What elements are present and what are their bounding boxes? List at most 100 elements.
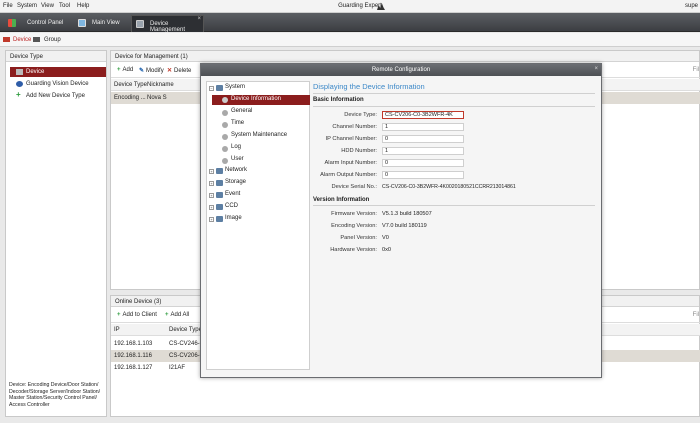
add-all-button[interactable]: + Add All bbox=[165, 312, 189, 318]
device-type-device-label: Device bbox=[26, 69, 45, 75]
node-icon bbox=[222, 122, 228, 128]
tree-network[interactable]: Network bbox=[225, 167, 247, 177]
device-type-header: Device Type bbox=[6, 51, 106, 62]
add-new-device-type[interactable]: + Add New Device Type bbox=[10, 90, 106, 101]
tab-main-view[interactable]: Main View bbox=[76, 15, 126, 32]
dialog-title: Remote Configuration bbox=[201, 64, 601, 76]
column-ip[interactable]: IP bbox=[114, 327, 120, 333]
tree-general[interactable]: General bbox=[231, 108, 252, 118]
cloud-device-icon bbox=[16, 81, 23, 87]
add-label: Add bbox=[122, 67, 134, 73]
system-icon bbox=[216, 85, 223, 91]
divider bbox=[313, 93, 595, 94]
online-filter-input[interactable]: Fil bbox=[693, 312, 699, 318]
tree-time[interactable]: Time bbox=[231, 120, 244, 130]
alarm-input-label: Alarm Input Number: bbox=[324, 160, 377, 166]
alarm-output-field[interactable]: 0 bbox=[382, 171, 464, 179]
filter-input[interactable]: Fil bbox=[693, 67, 699, 73]
hdd-number-label: HDD Number: bbox=[341, 148, 377, 154]
device-icon bbox=[3, 37, 10, 42]
menu-bar: File System View Tool Help Guarding Expe… bbox=[0, 0, 700, 13]
ip-channel-number-label: IP Channel Number: bbox=[325, 136, 377, 142]
row-ip: 192.168.1.116 bbox=[114, 353, 152, 359]
tab-device[interactable]: Device bbox=[13, 37, 31, 43]
close-icon[interactable]: × bbox=[197, 16, 201, 22]
row-device-type: Encoding ... bbox=[114, 95, 146, 101]
collapse-icon[interactable]: − bbox=[209, 86, 214, 91]
tree-image[interactable]: Image bbox=[225, 215, 242, 225]
column-nickname[interactable]: Nickname bbox=[147, 82, 174, 88]
node-icon bbox=[222, 158, 228, 164]
tree-system-maintenance[interactable]: System Maintenance bbox=[231, 132, 287, 142]
device-type-guarding-vision[interactable]: Guarding Vision Device bbox=[10, 79, 106, 89]
device-type-guarding-vision-label: Guarding Vision Device bbox=[26, 81, 89, 87]
page-title: Displaying the Device Information bbox=[313, 82, 425, 91]
tab-control-panel-label: Control Panel bbox=[27, 20, 64, 26]
delete-label: Delete bbox=[174, 68, 192, 74]
add-button[interactable]: + Add bbox=[117, 67, 133, 73]
column-device-type[interactable]: Device Type bbox=[114, 82, 147, 88]
main-view-icon bbox=[78, 19, 86, 27]
device-type-device[interactable]: Device bbox=[10, 67, 106, 77]
column-online-device-type[interactable]: Device Type bbox=[169, 327, 202, 333]
control-panel-icon bbox=[8, 19, 16, 27]
tree-device-information-label: Device Information bbox=[231, 96, 282, 102]
tree-system[interactable]: System bbox=[225, 84, 245, 94]
plus-icon: + bbox=[16, 90, 21, 99]
expand-icon[interactable]: + bbox=[209, 181, 214, 186]
module-tab-bar: Control Panel Main View Device Managemen… bbox=[0, 13, 700, 33]
group-icon bbox=[33, 37, 40, 42]
tab-device-management[interactable]: Device Management × bbox=[131, 15, 204, 33]
tree-event[interactable]: Event bbox=[225, 191, 240, 201]
add-to-client-button[interactable]: + Add to Client bbox=[117, 312, 157, 318]
device-icon bbox=[16, 69, 23, 75]
modify-button[interactable]: ✎ Modify bbox=[139, 67, 164, 74]
panel-version-value: V0 bbox=[382, 235, 389, 241]
device-type-field[interactable]: CS-CV206-C0-3B2WFR-4K bbox=[382, 111, 464, 119]
plus-icon: + bbox=[117, 312, 121, 318]
remote-configuration-dialog: Remote Configuration × − System Device I… bbox=[200, 63, 602, 378]
channel-number-field[interactable]: 1 bbox=[382, 123, 464, 131]
tab-main-view-label: Main View bbox=[92, 20, 120, 26]
tree-log[interactable]: Log bbox=[231, 144, 241, 154]
tree-ccd[interactable]: CCD bbox=[225, 203, 238, 213]
serial-number-label: Device Serial No.: bbox=[331, 184, 377, 190]
tree-user[interactable]: User bbox=[231, 156, 244, 166]
app-title: Guarding Expert bbox=[338, 3, 382, 9]
plus-icon: + bbox=[165, 312, 169, 318]
node-icon bbox=[222, 97, 228, 103]
config-tree: − System Device Information General Time… bbox=[206, 81, 310, 370]
add-new-device-type-label: Add New Device Type bbox=[26, 93, 85, 99]
user-label[interactable]: supe bbox=[685, 3, 698, 9]
node-icon bbox=[222, 146, 228, 152]
image-icon bbox=[216, 216, 223, 222]
alarm-input-field[interactable]: 0 bbox=[382, 159, 464, 167]
delete-button[interactable]: ✕ Delete bbox=[167, 67, 191, 74]
expand-icon[interactable]: + bbox=[209, 169, 214, 174]
panel-version-label: Panel Version: bbox=[340, 235, 377, 241]
expand-icon[interactable]: + bbox=[209, 193, 214, 198]
device-type-panel: Device Type Device Guarding Vision Devic… bbox=[5, 50, 107, 417]
close-icon[interactable]: × bbox=[594, 66, 598, 72]
delete-icon: ✕ bbox=[167, 68, 173, 74]
encoding-version-label: Encoding Version: bbox=[331, 223, 377, 229]
event-icon bbox=[216, 192, 223, 198]
node-icon bbox=[222, 110, 228, 116]
tab-group[interactable]: Group bbox=[44, 37, 61, 43]
row-device-type: I21AF bbox=[169, 365, 186, 371]
serial-number-value: CS-CV206-C0-3B2WFR-4K0020180521CCRR21301… bbox=[382, 184, 516, 190]
encoding-version-value: V7.0 build 180119 bbox=[382, 223, 427, 229]
row-ip: 192.168.1.127 bbox=[114, 365, 153, 371]
tree-device-information[interactable]: Device Information bbox=[212, 95, 310, 105]
tab-control-panel[interactable]: Control Panel bbox=[6, 15, 64, 32]
tree-storage[interactable]: Storage bbox=[225, 179, 246, 189]
ip-channel-number-field[interactable]: 0 bbox=[382, 135, 464, 143]
expand-icon[interactable]: + bbox=[209, 205, 214, 210]
expand-icon[interactable]: + bbox=[209, 217, 214, 222]
edit-icon: ✎ bbox=[139, 68, 145, 74]
hardware-version-value: 0x0 bbox=[382, 247, 392, 253]
firmware-version-value: V5.1.3 build 180507 bbox=[382, 211, 432, 217]
device-type-label: Device Type: bbox=[344, 112, 377, 118]
channel-number-label: Channel Number: bbox=[332, 124, 377, 130]
hdd-number-field[interactable]: 1 bbox=[382, 147, 464, 155]
